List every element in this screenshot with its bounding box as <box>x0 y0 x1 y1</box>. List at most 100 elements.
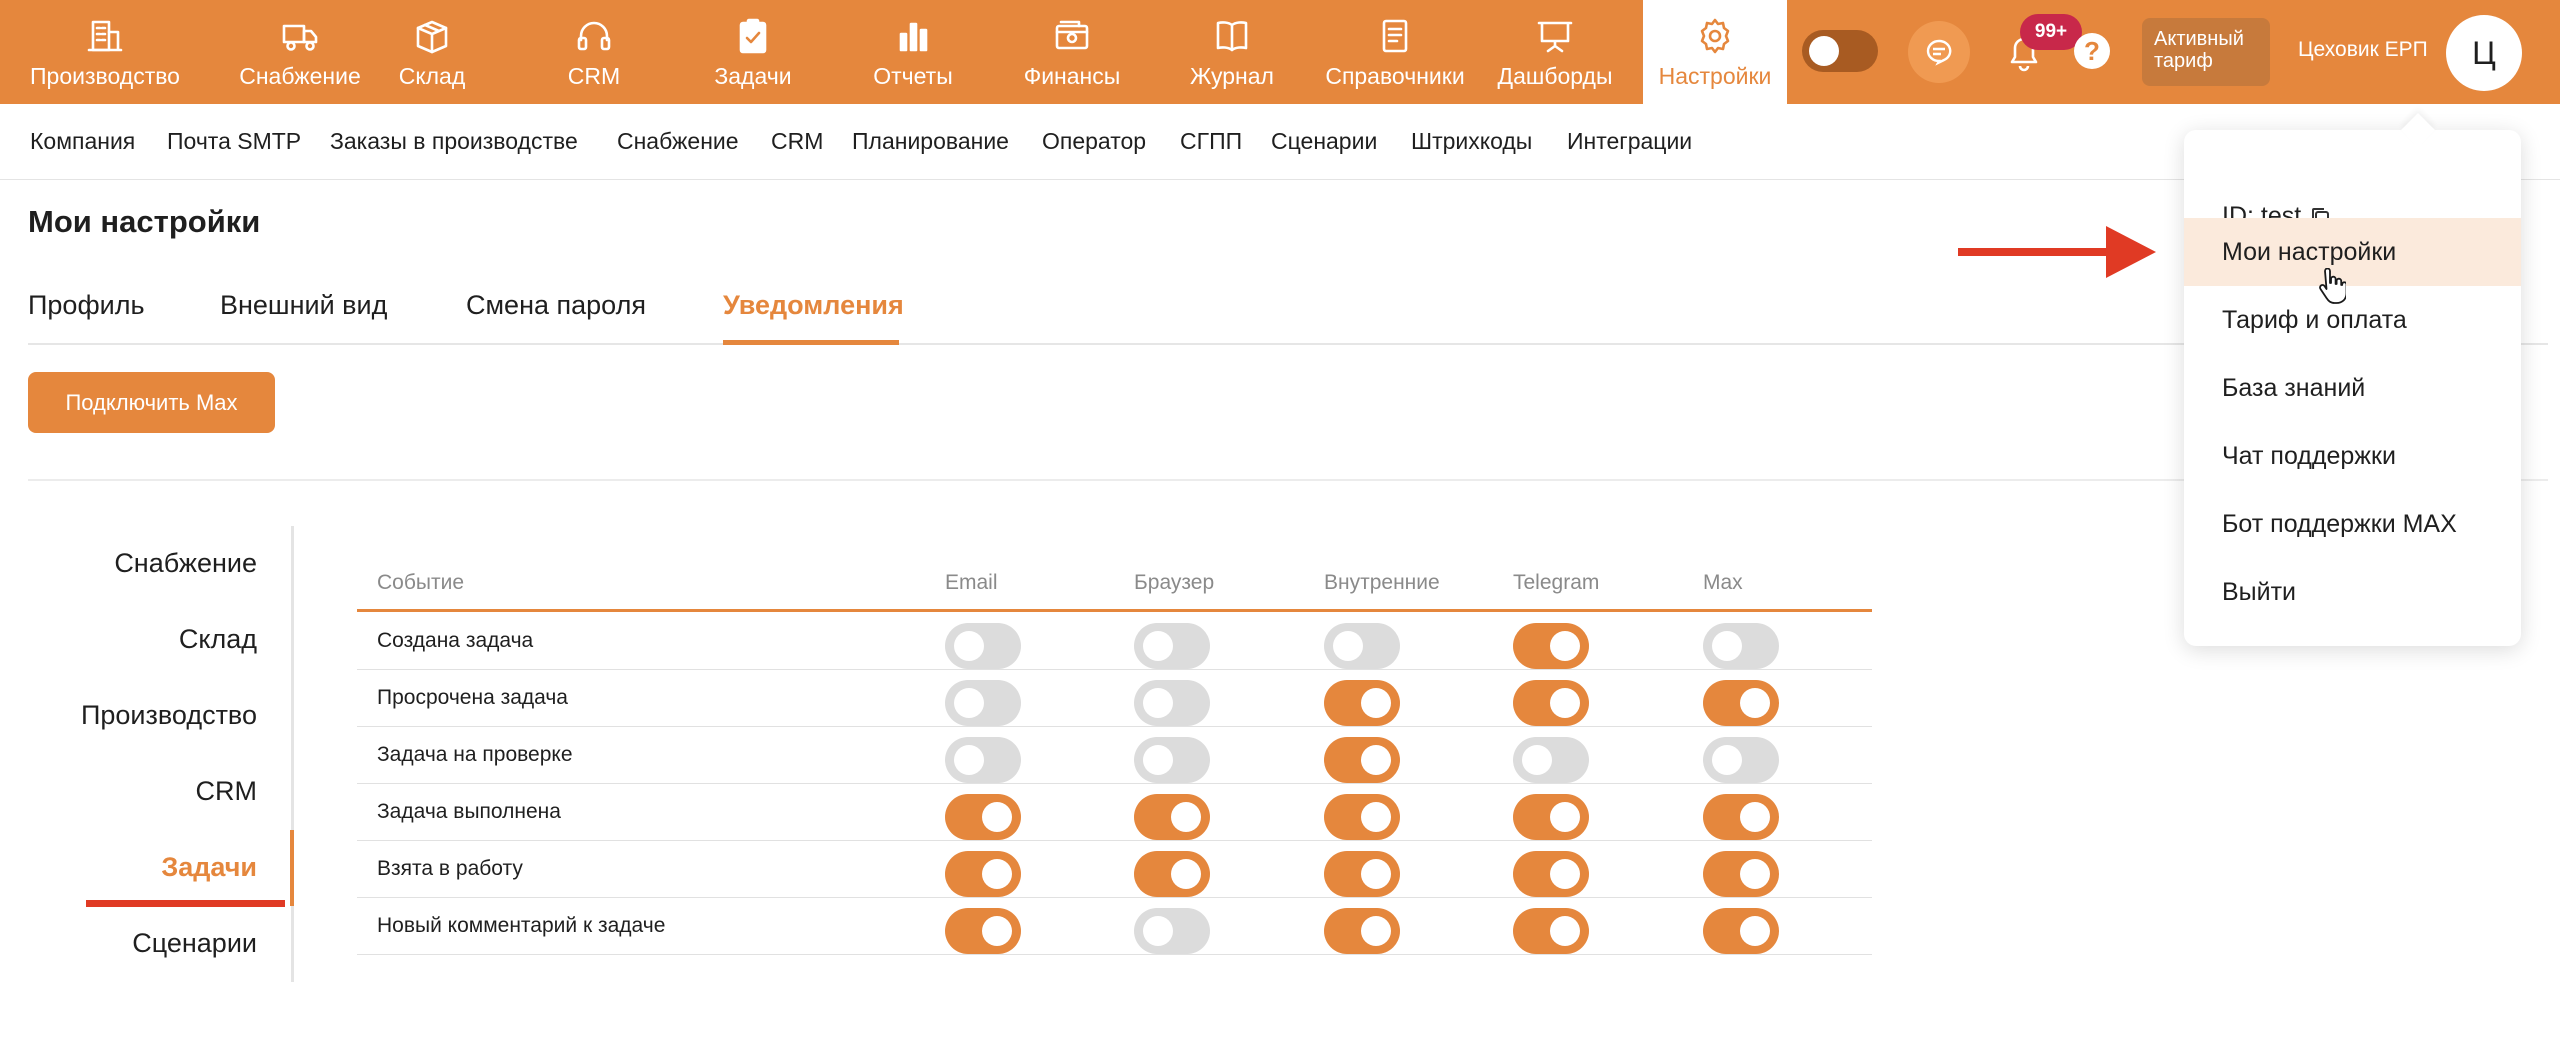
column-header-max: Max <box>1703 571 1743 594</box>
annotation-arrow-icon <box>1958 226 2156 278</box>
nav-item-settings[interactable]: Настройки <box>1643 0 1787 104</box>
tariff-label-line1: Активный <box>2154 28 2244 50</box>
notification-toggle-браузер[interactable] <box>1134 794 1210 840</box>
nav-item-tasks[interactable]: Задачи <box>703 0 803 104</box>
event-name: Задача на проверке <box>377 743 573 766</box>
notification-toggle-telegram[interactable] <box>1513 851 1589 897</box>
category-production[interactable]: Производство <box>81 700 257 731</box>
submenu-item-integrations[interactable]: Интеграции <box>1567 128 1692 155</box>
table-row: Просрочена задача <box>357 670 1872 727</box>
notification-toggle-внутренние[interactable] <box>1324 794 1400 840</box>
notification-toggle-max[interactable] <box>1703 908 1779 954</box>
theme-toggle[interactable] <box>1802 30 1878 72</box>
notification-toggle-telegram[interactable] <box>1513 908 1589 954</box>
table-row: Взята в работу <box>357 841 1872 898</box>
avatar[interactable]: Ц <box>2446 15 2522 91</box>
submenu-item-production-orders[interactable]: Заказы в производстве <box>330 128 578 155</box>
notification-toggle-email[interactable] <box>945 794 1021 840</box>
notification-toggle-max[interactable] <box>1703 851 1779 897</box>
submenu-item-supply[interactable]: Снабжение <box>617 128 739 155</box>
nav-item-directories[interactable]: Справочники <box>1295 0 1495 104</box>
nav-item-finance[interactable]: Финансы <box>1022 0 1122 104</box>
notification-toggle-браузер[interactable] <box>1134 680 1210 726</box>
notification-toggle-email[interactable] <box>945 623 1021 669</box>
dropdown-support-chat[interactable]: Чат поддержки <box>2184 422 2521 490</box>
nav-item-label: Журнал <box>1190 63 1274 89</box>
notification-toggle-email[interactable] <box>945 908 1021 954</box>
nav-item-label: Финансы <box>1023 63 1121 89</box>
notification-toggle-telegram[interactable] <box>1513 737 1589 783</box>
notification-toggle-браузер[interactable] <box>1134 737 1210 783</box>
category-scenarios[interactable]: Сценарии <box>132 928 257 959</box>
nav-item-label: Настройки <box>1658 63 1772 89</box>
notification-toggle-max[interactable] <box>1703 623 1779 669</box>
nav-item-production[interactable]: Производство <box>0 0 210 104</box>
dropdown-knowledge-base[interactable]: База знаний <box>2184 354 2521 422</box>
notification-toggle-max[interactable] <box>1703 680 1779 726</box>
submenu-item-smtp[interactable]: Почта SMTP <box>167 128 301 155</box>
notification-toggle-внутренние[interactable] <box>1324 680 1400 726</box>
category-warehouse[interactable]: Склад <box>179 624 257 655</box>
company-name[interactable]: Цеховик ЕРП <box>2298 38 2428 62</box>
connect-max-button[interactable]: Подключить Max <box>28 372 275 433</box>
notification-toggle-email[interactable] <box>945 851 1021 897</box>
truck-icon <box>282 24 318 51</box>
submenu-item-sgpp[interactable]: СГПП <box>1180 128 1242 155</box>
tabs-divider <box>28 343 2548 345</box>
nav-item-reports[interactable]: Отчеты <box>863 0 963 104</box>
column-header-event: Событие <box>377 571 464 594</box>
notification-toggle-telegram[interactable] <box>1513 794 1589 840</box>
nav-item-label: Отчеты <box>873 63 953 89</box>
active-tariff-button[interactable]: Активный тариф <box>2142 18 2270 86</box>
notification-toggle-max[interactable] <box>1703 737 1779 783</box>
wallet-icon <box>1055 20 1089 50</box>
notification-toggle-внутренние[interactable] <box>1324 851 1400 897</box>
notification-toggle-браузер[interactable] <box>1134 908 1210 954</box>
notification-toggle-telegram[interactable] <box>1513 680 1589 726</box>
category-supply[interactable]: Снабжение <box>114 548 257 579</box>
category-tasks[interactable]: Задачи <box>161 852 257 883</box>
dropdown-tariff-payment[interactable]: Тариф и оплата <box>2184 286 2521 354</box>
nav-item-label: Склад <box>398 63 466 89</box>
help-button[interactable]: ? <box>2074 33 2110 69</box>
clipboard-check-icon <box>739 18 767 54</box>
dropdown-logout[interactable]: Выйти <box>2184 558 2521 626</box>
tab-notifications[interactable]: Уведомления <box>723 290 904 321</box>
category-list-border <box>291 526 294 982</box>
tab-appearance[interactable]: Внешний вид <box>220 290 387 321</box>
notification-toggle-email[interactable] <box>945 737 1021 783</box>
event-name: Взята в работу <box>377 857 523 880</box>
tab-profile[interactable]: Профиль <box>28 290 145 321</box>
notification-toggle-telegram[interactable] <box>1513 623 1589 669</box>
nav-item-dashboards[interactable]: Дашборды <box>1498 0 1613 104</box>
category-crm[interactable]: CRM <box>196 776 258 807</box>
notification-toggle-внутренние[interactable] <box>1324 908 1400 954</box>
notification-toggle-max[interactable] <box>1703 794 1779 840</box>
submenu-item-company[interactable]: Компания <box>30 128 135 155</box>
submenu-item-operator[interactable]: Оператор <box>1042 128 1146 155</box>
submenu-item-scenarios[interactable]: Сценарии <box>1271 128 1377 155</box>
notification-toggle-внутренние[interactable] <box>1324 737 1400 783</box>
document-icon <box>1382 19 1408 53</box>
chat-button[interactable] <box>1908 21 1970 83</box>
nav-item-journal[interactable]: Журнал <box>1182 0 1282 104</box>
nav-item-supply[interactable]: Снабжение <box>200 0 400 104</box>
active-category-indicator <box>290 830 294 906</box>
dropdown-support-bot[interactable]: Бот поддержки MAX <box>2184 490 2521 558</box>
submenu-item-crm[interactable]: CRM <box>771 128 823 155</box>
submenu-item-planning[interactable]: Планирование <box>852 128 1009 155</box>
dropdown-my-settings[interactable]: Мои настройки <box>2184 218 2521 286</box>
notification-toggle-браузер[interactable] <box>1134 851 1210 897</box>
nav-item-crm[interactable]: CRM <box>544 0 644 104</box>
submenu-item-barcodes[interactable]: Штрихкоды <box>1411 128 1532 155</box>
event-name: Просрочена задача <box>377 686 568 709</box>
presentation-board-icon <box>1537 21 1573 53</box>
nav-item-warehouse[interactable]: Склад <box>382 0 482 104</box>
notification-toggle-браузер[interactable] <box>1134 623 1210 669</box>
box-icon <box>416 20 448 54</box>
tab-change-password[interactable]: Смена пароля <box>466 290 646 321</box>
table-row: Новый комментарий к задаче <box>357 898 1872 955</box>
notification-toggle-email[interactable] <box>945 680 1021 726</box>
nav-item-label: Снабжение <box>239 63 361 89</box>
notification-toggle-внутренние[interactable] <box>1324 623 1400 669</box>
